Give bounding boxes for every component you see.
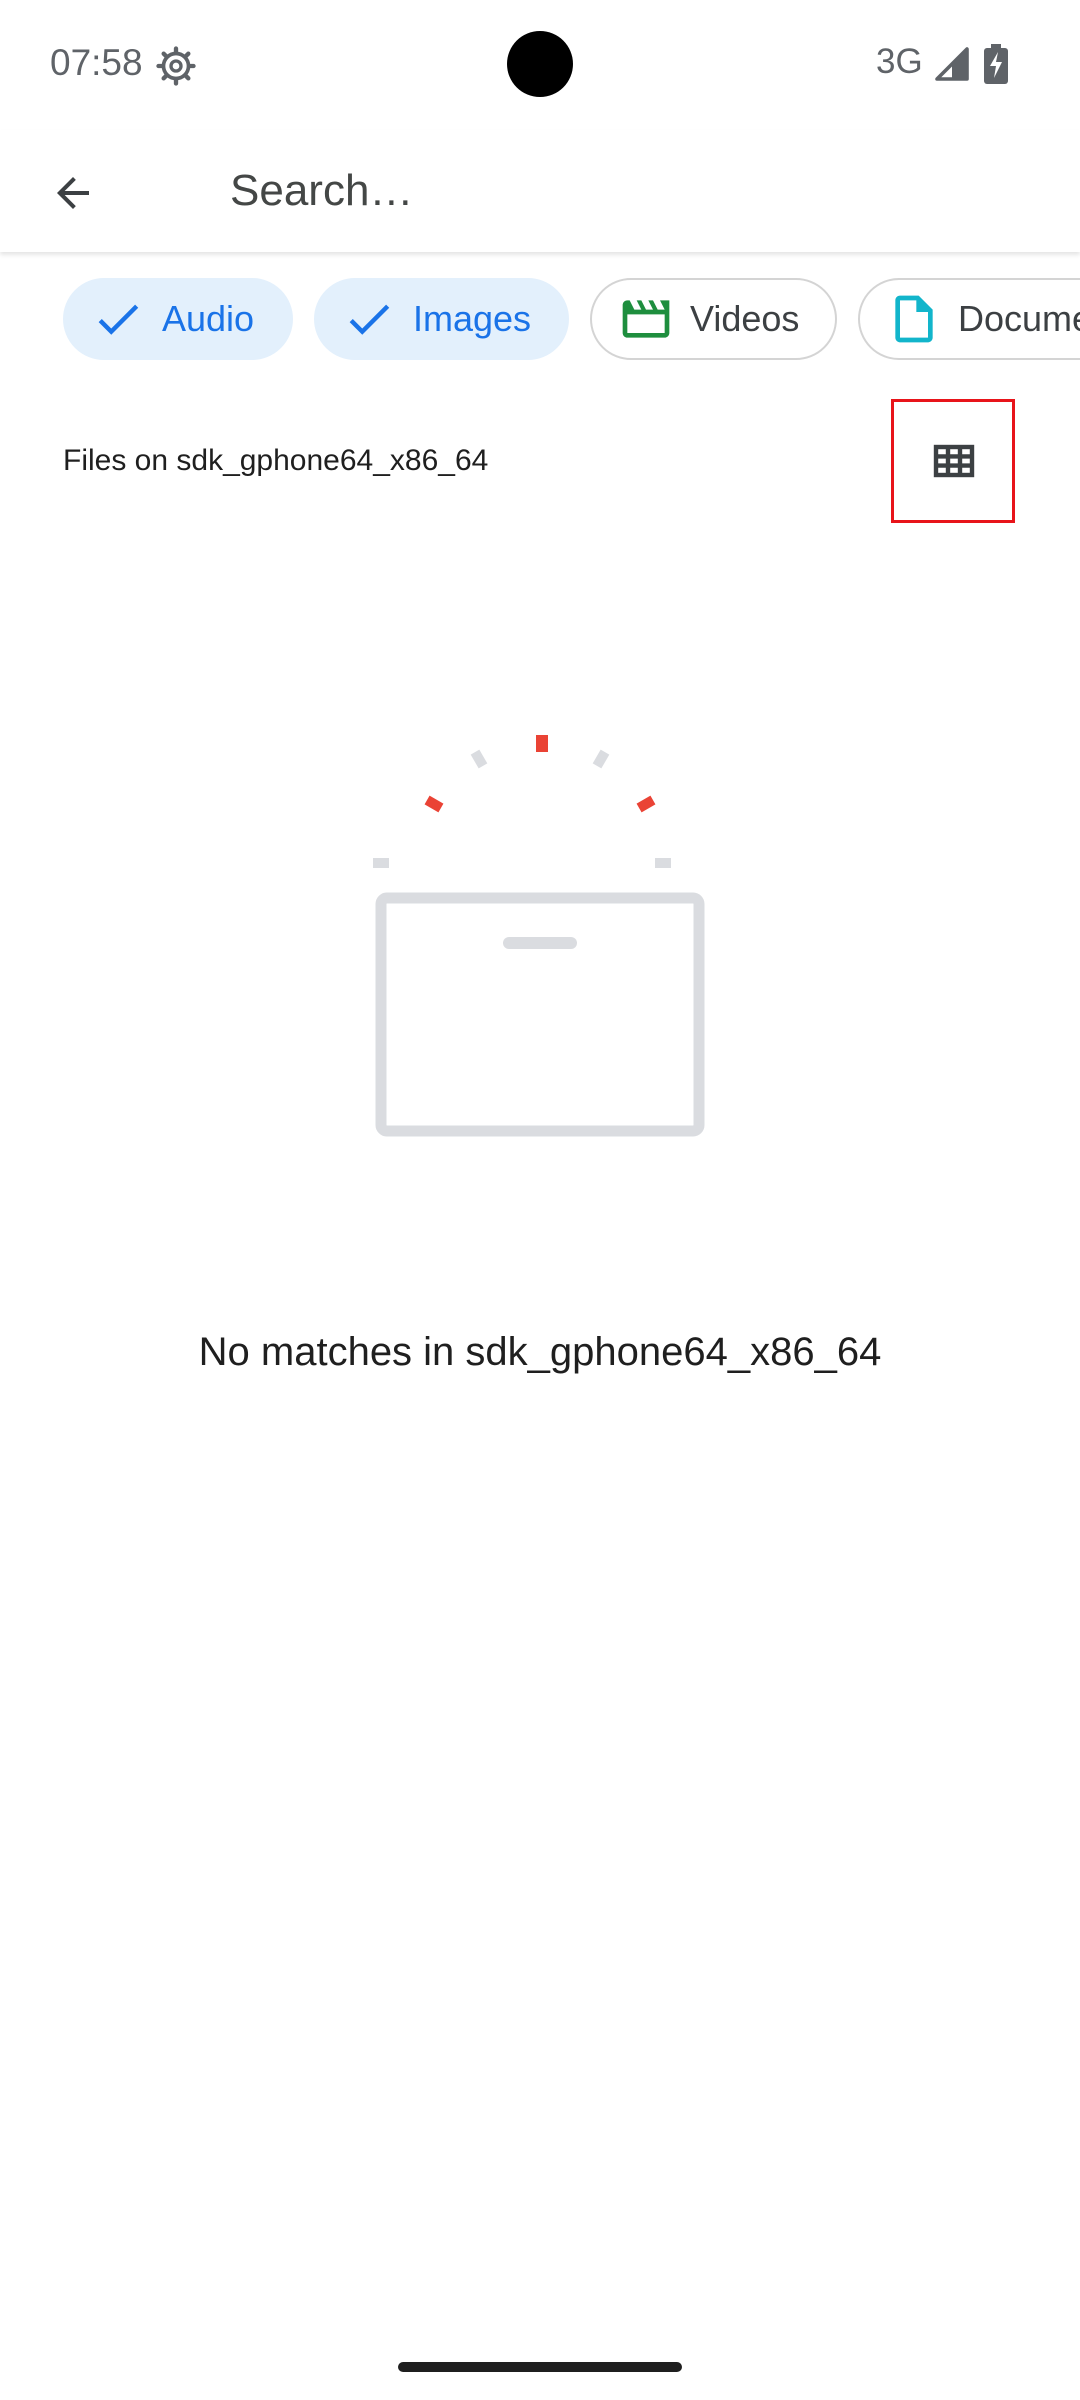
check-icon [341,291,397,347]
status-bar: 07:58 3G [0,0,1080,130]
back-button[interactable] [36,156,110,230]
search-app-bar [0,130,1080,252]
search-input[interactable] [230,158,1010,224]
chip-documents[interactable]: Documents [858,278,1080,360]
battery-charging-icon [984,44,1008,84]
chip-label: Audio [162,298,255,339]
grid-view-icon [933,444,975,478]
status-time: 07:58 [50,42,143,83]
chip-images[interactable]: Images [314,278,569,360]
network-type: 3G [876,42,923,81]
video-icon [618,291,674,347]
arrow-back-icon [57,177,89,209]
chip-videos[interactable]: Videos [590,278,837,360]
camera-cutout [507,31,573,97]
gesture-nav-handle[interactable] [398,2362,682,2372]
chip-label: Videos [690,298,800,339]
chip-label: Images [413,298,532,339]
empty-box-icon [373,735,705,1137]
gear-icon [156,46,196,86]
check-icon [90,291,146,347]
document-icon [886,291,942,347]
signal-icon [935,47,969,81]
chip-label: Documents [958,298,1080,339]
filter-chip-row: Audio Images Videos Documents [0,276,1080,366]
chip-audio[interactable]: Audio [63,278,293,360]
grid-view-toggle-button[interactable] [893,400,1015,522]
empty-state-message: No matches in sdk_gphone64_x86_64 [198,1330,882,1374]
section-title: Files on sdk_gphone64_x86_64 [63,444,489,477]
